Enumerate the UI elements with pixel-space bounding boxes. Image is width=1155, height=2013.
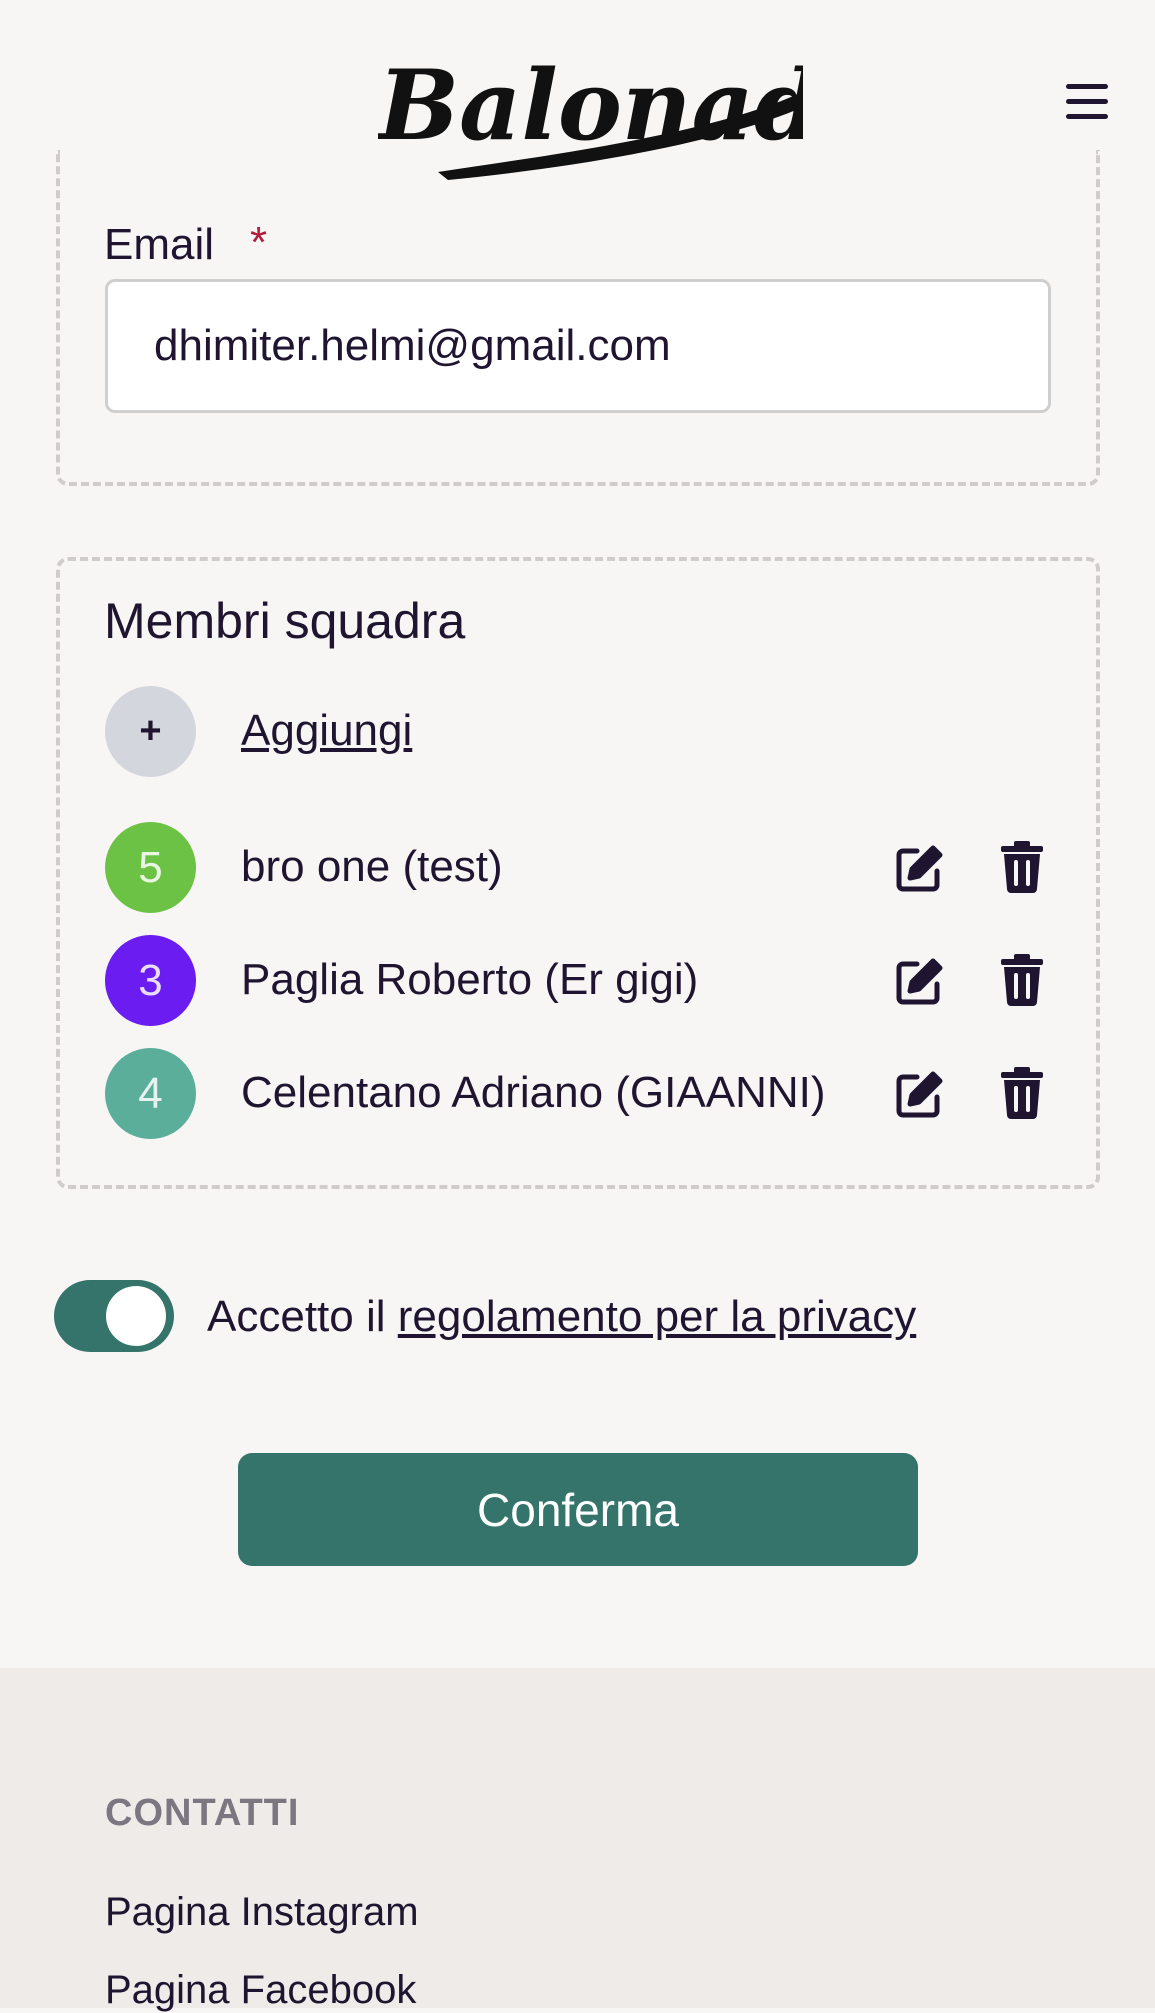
logo-text: Balonade bbox=[378, 49, 803, 162]
members-title: Membri squadra bbox=[104, 593, 466, 649]
edit-icon[interactable] bbox=[892, 1068, 946, 1122]
privacy-prefix: Accetto il bbox=[207, 1292, 386, 1341]
add-member-link[interactable]: Aggiungi bbox=[241, 706, 412, 756]
instagram-link[interactable]: Pagina Instagram bbox=[105, 1890, 419, 1935]
email-field[interactable] bbox=[105, 279, 1051, 413]
member-name: Paglia Roberto (Er gigi) bbox=[241, 955, 699, 1004]
member-number-badge: 5 bbox=[105, 822, 196, 913]
trash-icon[interactable] bbox=[995, 953, 1049, 1007]
footer-heading: CONTATTI bbox=[105, 1792, 300, 1834]
member-number-badge: 3 bbox=[105, 935, 196, 1026]
email-label: Email bbox=[104, 220, 215, 269]
footer bbox=[0, 1668, 1155, 2008]
trash-icon[interactable] bbox=[995, 840, 1049, 894]
add-member-icon[interactable]: + bbox=[105, 686, 196, 777]
required-asterisk: * bbox=[250, 218, 268, 267]
facebook-link[interactable]: Pagina Facebook bbox=[105, 1968, 416, 2013]
privacy-policy-link[interactable]: regolamento per la privacy bbox=[398, 1292, 916, 1341]
member-number: 5 bbox=[138, 842, 163, 892]
privacy-toggle[interactable] bbox=[54, 1280, 174, 1352]
confirm-button[interactable]: Conferma bbox=[238, 1453, 918, 1566]
member-number: 4 bbox=[138, 1068, 163, 1118]
member-name: bro one (test) bbox=[241, 842, 503, 891]
edit-icon[interactable] bbox=[892, 955, 946, 1009]
privacy-text: Accetto il regolamento per la privacy bbox=[207, 1292, 916, 1342]
member-number: 3 bbox=[138, 955, 163, 1005]
trash-icon[interactable] bbox=[995, 1066, 1049, 1120]
hamburger-menu-icon[interactable] bbox=[1064, 82, 1110, 122]
toggle-knob bbox=[106, 1286, 166, 1346]
member-number-badge: 4 bbox=[105, 1048, 196, 1139]
member-name: Celentano Adriano (GIAANNI) bbox=[241, 1068, 826, 1117]
edit-icon[interactable] bbox=[892, 842, 946, 896]
